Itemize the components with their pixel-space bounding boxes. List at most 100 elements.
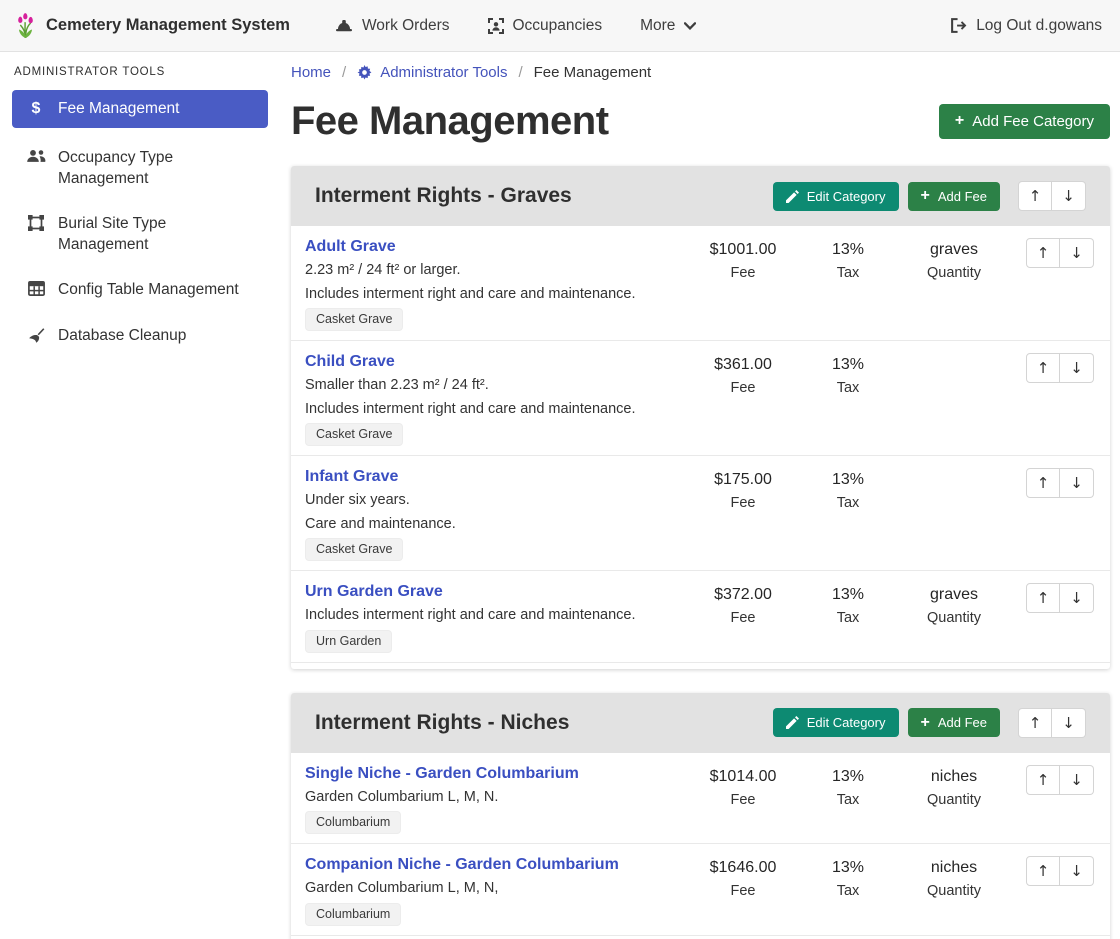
plus-icon: + (921, 189, 930, 203)
fee-move-up-button[interactable]: ↑ (1026, 765, 1060, 795)
tax-label: Tax (798, 792, 898, 808)
fee-move-down-button[interactable]: ↓ (1060, 468, 1094, 498)
category-move-up-button[interactable]: ↑ (1018, 181, 1052, 211)
nav-occupancies-label: Occupancies (513, 17, 603, 35)
quantity-label: Quantity (898, 265, 1010, 281)
nav-work-orders-label: Work Orders (362, 17, 450, 35)
nav-more[interactable]: More (621, 0, 715, 52)
top-navbar: Cemetery Management System Work Orders O… (0, 0, 1120, 52)
fee-type-badge: Urn Garden (305, 630, 392, 653)
breadcrumb-admin-tools-label: Administrator Tools (380, 64, 507, 81)
fee-amount: $1014.00 (688, 766, 798, 788)
fee-description: Includes interment right and care and ma… (305, 284, 688, 306)
app-title: Cemetery Management System (46, 16, 290, 35)
breadcrumb-admin-tools-link[interactable]: Administrator Tools (357, 64, 507, 81)
fee-reorder-group: ↑ ↓ (1026, 238, 1094, 268)
pencil-icon (786, 716, 799, 729)
tax-amount: 13% (798, 857, 898, 879)
sidebar-item-config-table-management[interactable]: Config Table Management (12, 272, 268, 308)
fee-amount: $372.00 (688, 584, 798, 606)
quantity-unit: niches (898, 857, 1010, 879)
breadcrumb-separator: / (342, 64, 346, 81)
people-icon (25, 149, 47, 163)
fee-title-link[interactable]: Urn Garden Grave (305, 581, 443, 603)
tax-amount: 13% (798, 766, 898, 788)
sidebar-heading: ADMINISTRATOR TOOLS (12, 64, 268, 90)
fee-amount: $1001.00 (688, 239, 798, 261)
fee-move-down-button[interactable]: ↓ (1060, 583, 1094, 613)
sidebar-item-label: Occupancy Type Management (58, 148, 258, 189)
fee-move-up-button[interactable]: ↑ (1026, 583, 1060, 613)
fee-description: 2.23 m² / 24 ft² or larger. (305, 260, 688, 282)
fee-row: Adult Grave 2.23 m² / 24 ft² or larger. … (291, 226, 1110, 341)
sidebar-item-label: Config Table Management (58, 280, 239, 300)
logout-icon (950, 18, 967, 33)
sidebar: ADMINISTRATOR TOOLS $ Fee Management Occ… (0, 52, 280, 939)
sidebar-item-occupancy-type-management[interactable]: Occupancy Type Management (12, 140, 268, 197)
sidebar-item-label: Database Cleanup (58, 326, 186, 346)
fee-amount: $1646.00 (688, 857, 798, 879)
fee-title-link[interactable]: Infant Grave (305, 466, 398, 488)
plus-icon: + (955, 114, 964, 128)
breadcrumb-home-link[interactable]: Home (291, 64, 331, 81)
fee-description: Includes interment right and care and ma… (305, 605, 688, 627)
nav-work-orders[interactable]: Work Orders (316, 0, 469, 52)
fee-title-link[interactable]: Companion Niche - Garden Columbarium (305, 854, 619, 876)
category-move-up-button[interactable]: ↑ (1018, 708, 1052, 738)
fee-move-up-button[interactable]: ↑ (1026, 353, 1060, 383)
fee-reorder-group: ↑ ↓ (1026, 468, 1094, 498)
fee-move-up-button[interactable]: ↑ (1026, 468, 1060, 498)
fee-reorder-group: ↑ ↓ (1026, 583, 1094, 613)
broom-icon (25, 327, 47, 343)
fee-row: Single Niche - Garden Columbarium Garden… (291, 753, 1110, 845)
sidebar-item-label: Fee Management (58, 99, 180, 119)
sidebar-item-database-cleanup[interactable]: Database Cleanup (12, 318, 268, 354)
fee-reorder-group: ↑ ↓ (1026, 765, 1094, 795)
frame-corners-icon (25, 215, 47, 231)
category-move-down-button[interactable]: ↓ (1052, 708, 1086, 738)
fee-move-down-button[interactable]: ↓ (1060, 765, 1094, 795)
edit-category-button[interactable]: Edit Category (773, 182, 899, 211)
quantity-unit: graves (898, 239, 1010, 261)
nav-more-label: More (640, 17, 675, 35)
nav-occupancies[interactable]: Occupancies (469, 0, 622, 52)
fee-label: Fee (688, 610, 798, 626)
fee-label: Fee (688, 792, 798, 808)
quantity-label: Quantity (898, 883, 1010, 899)
quantity-unit: graves (898, 584, 1010, 606)
fee-move-down-button[interactable]: ↓ (1060, 238, 1094, 268)
edit-category-label: Edit Category (807, 715, 886, 730)
add-fee-label: Add Fee (938, 189, 987, 204)
category-move-down-button[interactable]: ↓ (1052, 181, 1086, 211)
tax-label: Tax (798, 495, 898, 511)
add-fee-category-button[interactable]: + Add Fee Category (939, 104, 1110, 139)
tax-label: Tax (798, 610, 898, 626)
fee-label: Fee (688, 265, 798, 281)
fee-row: Infant Grave Under six years. Care and m… (291, 456, 1110, 571)
fee-title-link[interactable]: Single Niche - Garden Columbarium (305, 763, 579, 785)
edit-category-label: Edit Category (807, 189, 886, 204)
fee-description: Smaller than 2.23 m² / 24 ft². (305, 375, 688, 397)
add-fee-button[interactable]: + Add Fee (908, 182, 1001, 211)
category-card-graves: Interment Rights - Graves Edit Category … (291, 166, 1110, 669)
category-header: Interment Rights - Niches Edit Category … (291, 693, 1110, 753)
logout-button[interactable]: Log Out d.gowans (950, 17, 1102, 35)
fee-title-link[interactable]: Child Grave (305, 351, 395, 373)
breadcrumb-current: Fee Management (534, 64, 652, 81)
fee-row: Child Grave Smaller than 2.23 m² / 24 ft… (291, 341, 1110, 456)
add-fee-button[interactable]: + Add Fee (908, 708, 1001, 737)
fee-move-down-button[interactable]: ↓ (1060, 856, 1094, 886)
fee-amount: $175.00 (688, 469, 798, 491)
fee-title-link[interactable]: Adult Grave (305, 236, 396, 258)
fee-reorder-group: ↑ ↓ (1026, 856, 1094, 886)
dollar-icon: $ (25, 100, 47, 118)
sidebar-item-burial-site-type-management[interactable]: Burial Site Type Management (12, 206, 268, 263)
fee-move-up-button[interactable]: ↑ (1026, 856, 1060, 886)
plus-icon: + (921, 716, 930, 730)
fee-move-up-button[interactable]: ↑ (1026, 238, 1060, 268)
app-brand[interactable]: Cemetery Management System (14, 13, 290, 39)
sidebar-item-fee-management[interactable]: $ Fee Management (12, 90, 268, 128)
fee-description: Under six years. (305, 490, 688, 512)
edit-category-button[interactable]: Edit Category (773, 708, 899, 737)
fee-move-down-button[interactable]: ↓ (1060, 353, 1094, 383)
